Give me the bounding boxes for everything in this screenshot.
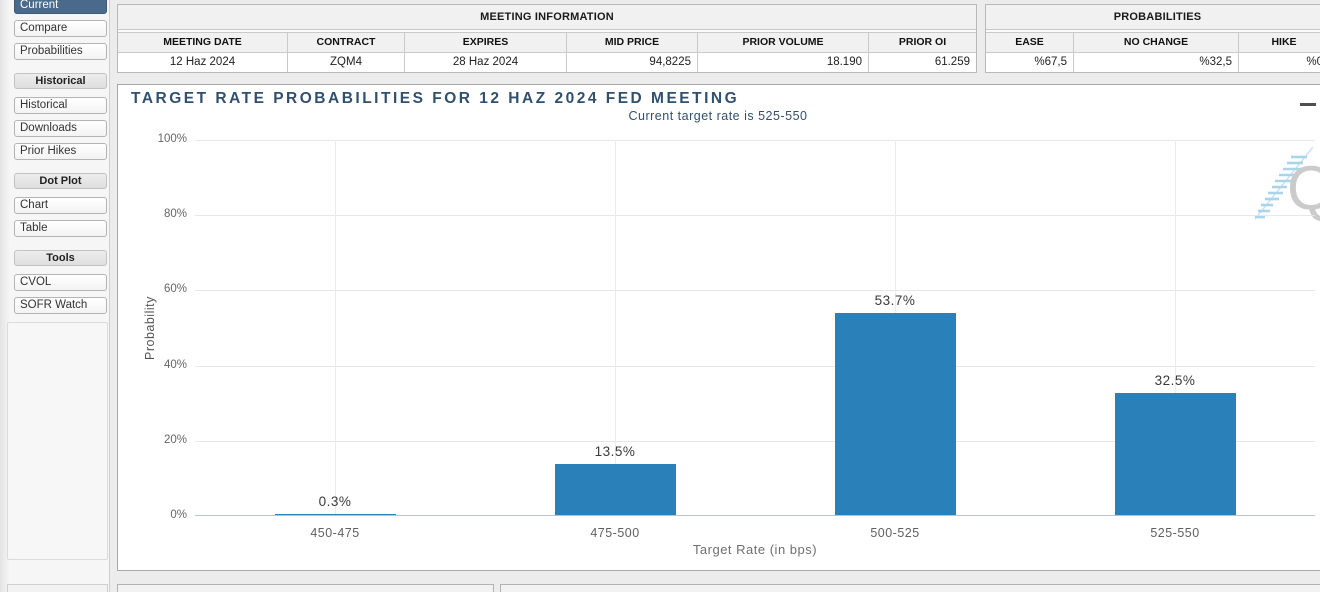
sidebar-item-sofr-watch[interactable]: SOFR Watch (14, 297, 107, 314)
x-category-label: 500-525 (870, 526, 919, 540)
probabilities-column-header-no-change: NO CHANGE (1074, 33, 1239, 52)
probabilities-title: PROBABILITIES (986, 5, 1320, 30)
x-axis-line (195, 515, 1315, 516)
meeting-information-title: MEETING INFORMATION (118, 5, 976, 30)
sidebar-item-downloads[interactable]: Downloads (14, 120, 107, 137)
bottom-right-partial-panel (500, 584, 1320, 592)
y-axis-title: Probability (143, 140, 157, 516)
probability-bar-525-550[interactable] (1115, 393, 1236, 515)
probability-bar-500-525[interactable] (835, 313, 956, 515)
meeting-information-header-row: MEETING DATECONTRACTEXPIRESMID PRICEPRIO… (118, 32, 976, 53)
bar-value-label: 53.7% (875, 293, 916, 308)
sidebar-section-tools: Tools (14, 250, 107, 266)
x-axis-title: Target Rate (in bps) (195, 542, 1315, 557)
meeting-cell-prior-oi: 61.259 (869, 53, 976, 72)
chart-menu-button[interactable] (1300, 96, 1318, 109)
probabilities-cell-no-change: %32,5 (1074, 53, 1239, 72)
meeting-column-header-prior-volume: PRIOR VOLUME (698, 33, 869, 52)
chart-subtitle: Current target rate is 525-550 (118, 109, 1318, 123)
sidebar-item-current[interactable]: Current (14, 0, 107, 14)
hamburger-menu-icon (1300, 103, 1316, 106)
sidebar-section-dot-plot: Dot Plot (14, 173, 107, 189)
probabilities-cell-ease: %67,5 (986, 53, 1074, 72)
y-tick-label: 100% (137, 133, 187, 145)
meeting-cell-expires: 28 Haz 2024 (405, 53, 567, 72)
sidebar-item-table[interactable]: Table (14, 220, 107, 237)
meeting-information-table: MEETING INFORMATION MEETING DATECONTRACT… (117, 4, 977, 73)
x-category-label: 525-550 (1150, 526, 1199, 540)
vertical-gridline (335, 140, 336, 515)
probability-bar-475-500[interactable] (555, 464, 676, 515)
horizontal-gridline (195, 366, 1315, 367)
meeting-column-header-prior-oi: PRIOR OI (869, 33, 976, 52)
horizontal-gridline (195, 215, 1315, 216)
sidebar-item-cvol[interactable]: CVOL (14, 274, 107, 291)
chart-title: TARGET RATE PROBABILITIES FOR 12 HAZ 202… (131, 90, 739, 108)
x-category-label: 475-500 (590, 526, 639, 540)
meeting-column-header-mid-price: MID PRICE (567, 33, 698, 52)
probabilities-column-header-hike: HIKE (1239, 33, 1320, 52)
y-tick-label: 80% (137, 208, 187, 220)
sidebar-item-probabilities[interactable]: Probabilities (14, 43, 107, 60)
probability-bar-450-475[interactable] (275, 514, 396, 515)
probabilities-header-row: EASENO CHANGEHIKE (986, 32, 1320, 53)
sidebar-nav-list: Current Compare Probabilities Historical His… (0, 0, 109, 314)
probabilities-table: PROBABILITIES EASENO CHANGEHIKE %67,5%32… (985, 4, 1320, 73)
plot-area: Probability Target Rate (in bps) 0%20%40… (195, 140, 1315, 516)
bar-value-label: 32.5% (1155, 373, 1196, 388)
y-tick-label: 0% (137, 509, 187, 521)
chart-panel: TARGET RATE PROBABILITIES FOR 12 HAZ 202… (117, 84, 1320, 571)
sidebar-item-compare[interactable]: Compare (14, 20, 107, 37)
meeting-cell-meeting-date: 12 Haz 2024 (118, 53, 288, 72)
horizontal-gridline (195, 140, 1315, 141)
y-tick-label: 20% (137, 434, 187, 446)
bottom-left-partial-panel (117, 584, 494, 592)
sidebar-bottom-partial-panel (7, 584, 108, 592)
sidebar-empty-panel (7, 322, 108, 560)
meeting-cell-contract: ZQM4 (288, 53, 405, 72)
probabilities-column-header-ease: EASE (986, 33, 1074, 52)
horizontal-gridline (195, 290, 1315, 291)
meeting-column-header-meeting-date: MEETING DATE (118, 33, 288, 52)
sidebar-item-historical[interactable]: Historical (14, 97, 107, 114)
probabilities-data-row: %67,5%32,5%0 (986, 53, 1320, 72)
sidebar-item-chart[interactable]: Chart (14, 197, 107, 214)
meeting-column-header-expires: EXPIRES (405, 33, 567, 52)
x-category-label: 450-475 (310, 526, 359, 540)
meeting-cell-prior-volume: 18.190 (698, 53, 869, 72)
meeting-cell-mid-price: 94,8225 (567, 53, 698, 72)
probabilities-cell-hike: %0 (1239, 53, 1320, 72)
y-tick-label: 60% (137, 283, 187, 295)
meeting-column-header-contract: CONTRACT (288, 33, 405, 52)
y-tick-label: 40% (137, 359, 187, 371)
sidebar: Current Compare Probabilities Historical His… (0, 0, 110, 592)
sidebar-item-prior-hikes[interactable]: Prior Hikes (14, 143, 107, 160)
sidebar-section-historical: Historical (14, 73, 107, 89)
bar-value-label: 0.3% (319, 494, 352, 509)
meeting-information-data-row: 12 Haz 2024ZQM428 Haz 202494,822518.1906… (118, 53, 976, 72)
bar-value-label: 13.5% (595, 444, 636, 459)
